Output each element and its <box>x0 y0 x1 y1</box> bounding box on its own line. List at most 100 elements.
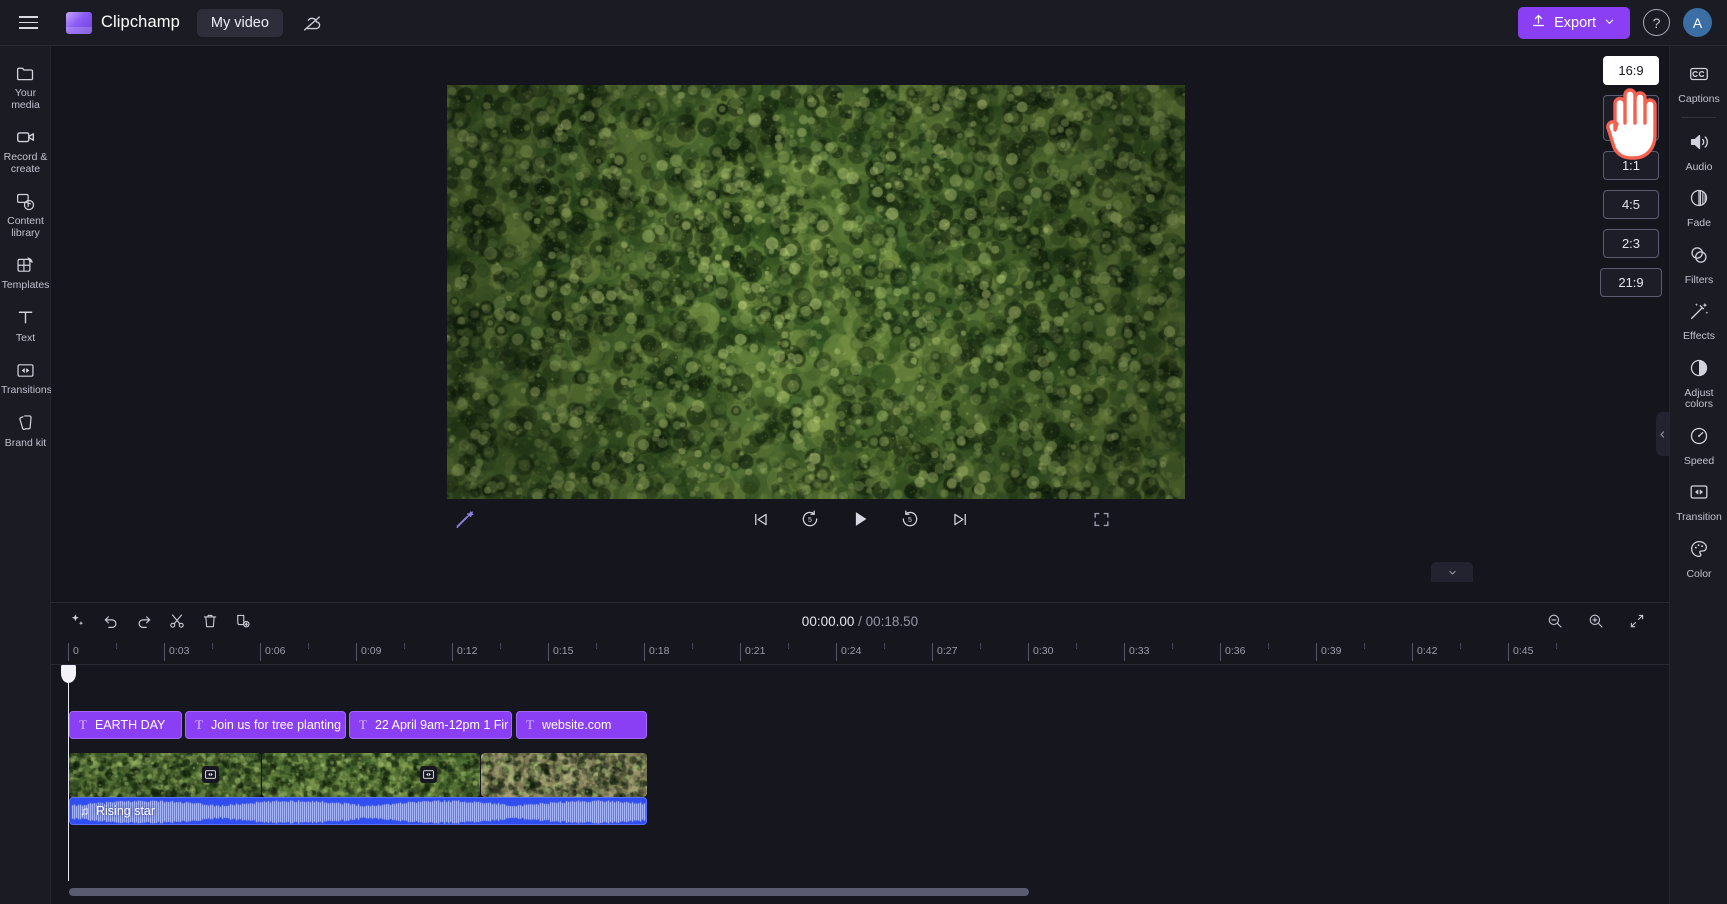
text-clip[interactable]: T 22 April 9am-12pm 1 Fir Rd, <box>349 711 512 739</box>
panel-label: Color <box>1686 567 1712 580</box>
panel-item-color[interactable]: Color <box>1670 530 1727 587</box>
help-button[interactable]: ? <box>1643 9 1670 36</box>
closed-caption-icon <box>1688 63 1710 90</box>
panel-item-transition[interactable]: Transition <box>1670 473 1727 530</box>
audio-clip-label-group: ♫ Rising star <box>78 804 155 818</box>
timeline-zoom-controls <box>1540 607 1651 636</box>
ruler-tick: 0:06 <box>260 643 285 661</box>
panel-label: Effects <box>1683 330 1715 342</box>
ruler-tick: 0:21 <box>740 643 765 661</box>
collapse-right-panel-button[interactable] <box>1656 412 1669 456</box>
audio-clip[interactable]: ♫ Rising star <box>69 797 647 825</box>
collapse-preview-button[interactable] <box>1431 562 1473 582</box>
ruler-tick: 0:27 <box>932 643 957 661</box>
fit-arrows-icon[interactable] <box>1622 607 1651 636</box>
text-clip-label: 22 April 9am-12pm 1 Fir Rd, <box>374 718 511 732</box>
text-t-icon <box>15 307 36 329</box>
sidebar-item-templates[interactable]: Templates <box>0 246 51 299</box>
aspect-ratio-option-16-9[interactable]: 16:9 <box>1603 56 1659 85</box>
panel-item-captions[interactable]: Captions <box>1670 55 1727 112</box>
ruler-minor-tick <box>404 643 405 649</box>
svg-text:5: 5 <box>808 517 812 524</box>
video-clip-3[interactable] <box>481 753 647 797</box>
ruler-minor-tick <box>500 643 501 649</box>
rewind-5-seconds-icon[interactable]: 5 <box>793 502 827 536</box>
timeline-scrollbar[interactable] <box>59 888 1654 896</box>
ruler-tick: 0:24 <box>836 643 861 661</box>
panel-item-fade[interactable]: Fade <box>1670 179 1727 236</box>
clipchamp-logo-icon <box>66 11 92 34</box>
playhead-knob[interactable] <box>61 665 76 683</box>
sparkles-icon[interactable] <box>63 607 92 636</box>
sidebar-item-text[interactable]: Text <box>0 299 51 352</box>
magnifier-plus-icon[interactable] <box>1581 607 1610 636</box>
panel-item-audio[interactable]: Audio <box>1670 123 1727 180</box>
speedometer-icon <box>1688 425 1710 452</box>
sidebar-item-brand-kit[interactable]: Brand kit <box>0 404 51 457</box>
timeline-ruler[interactable]: 0 0:03 0:06 0:09 0:12 0:15 0:18 0:21 0:24 0:27 0:3… <box>51 639 1669 665</box>
ruler-tick: 0:15 <box>548 643 573 661</box>
ruler-tick: 0:03 <box>164 643 189 661</box>
ruler-minor-tick <box>980 643 981 649</box>
skip-to-start-icon[interactable] <box>743 502 777 536</box>
text-clip[interactable]: T Join us for tree planting at <box>185 711 346 739</box>
ruler-tick: 0:36 <box>1220 643 1245 661</box>
sidebar-item-content-library[interactable]: Content library <box>0 182 51 246</box>
ruler-minor-tick <box>884 643 885 649</box>
panel-label: Transition <box>1676 511 1722 523</box>
text-clip[interactable]: T EARTH DAY <box>69 711 182 739</box>
ruler-tick: 0:45 <box>1508 643 1533 661</box>
sidebar-item-your-media[interactable]: Your media <box>0 54 51 118</box>
panel-item-effects[interactable]: Effects <box>1670 292 1727 349</box>
question-mark-icon: ? <box>1652 14 1661 31</box>
fullscreen-icon[interactable] <box>1084 502 1118 536</box>
sidebar-label: Record & create <box>3 151 48 175</box>
text-clip[interactable]: Twebsite.com <box>516 711 647 739</box>
cloud-off-icon[interactable] <box>299 10 325 36</box>
panel-item-adjust-colors[interactable]: Adjust colors <box>1670 349 1727 417</box>
aspect-ratio-option-21-9[interactable]: 21:9 <box>1600 268 1662 297</box>
sidebar-label: Transitions <box>1 384 52 396</box>
text-clip-label: Join us for tree planting at <box>210 718 346 732</box>
scissors-icon[interactable] <box>162 607 191 636</box>
video-clip-2[interactable] <box>262 753 480 797</box>
sidebar-label: Text <box>15 331 36 344</box>
forward-5-seconds-icon[interactable]: 5 <box>893 502 927 536</box>
ruler-tick: 0:30 <box>1028 643 1053 661</box>
avatar[interactable]: A <box>1683 8 1712 37</box>
aspect-ratio-option-9-16[interactable]: 9:16 <box>1603 95 1659 141</box>
ruler-tick: 0:09 <box>356 643 381 661</box>
sidebar-item-record-create[interactable]: Record & create <box>0 118 51 182</box>
divider <box>1681 116 1716 118</box>
play-button[interactable] <box>843 502 877 536</box>
video-preview[interactable] <box>447 85 1185 499</box>
transition-icon[interactable] <box>420 766 437 783</box>
project-name-chip[interactable]: My video <box>196 8 283 37</box>
auto-fix-off-icon[interactable] <box>447 502 481 536</box>
skip-to-end-icon[interactable] <box>943 502 977 536</box>
magnifier-minus-icon[interactable] <box>1540 607 1569 636</box>
ruler-minor-tick <box>692 643 693 649</box>
aspect-ratio-option-4-5[interactable]: 4:5 <box>1603 190 1659 219</box>
templates-grid-icon <box>15 254 36 276</box>
undo-arrow-icon[interactable] <box>96 607 125 636</box>
scrollbar-thumb[interactable] <box>69 888 1029 896</box>
sidebar-item-transitions[interactable]: Transitions <box>0 351 52 404</box>
aspect-ratio-option-2-3[interactable]: 2:3 <box>1603 229 1659 258</box>
text-t-icon: T <box>195 717 203 732</box>
export-button[interactable]: Export <box>1518 6 1630 39</box>
panel-item-speed[interactable]: Speed <box>1670 417 1727 474</box>
ruler-tick: 0:33 <box>1124 643 1149 661</box>
aspect-ratio-option-1-1[interactable]: 1:1 <box>1603 151 1659 180</box>
upload-arrow-icon <box>1531 13 1546 32</box>
timecode-display: 00:00.00 / 00:18.50 <box>802 614 918 629</box>
media-library-icon <box>15 190 36 212</box>
hamburger-menu-icon[interactable] <box>6 0 50 46</box>
trash-icon[interactable] <box>195 607 224 636</box>
music-note-icon: ♫ <box>80 804 89 818</box>
panel-item-filters[interactable]: Filters <box>1670 236 1727 293</box>
video-clip-1[interactable] <box>69 753 261 797</box>
duplicate-icon[interactable] <box>228 607 257 636</box>
transition-icon[interactable] <box>202 766 219 783</box>
redo-arrow-icon[interactable] <box>129 607 158 636</box>
